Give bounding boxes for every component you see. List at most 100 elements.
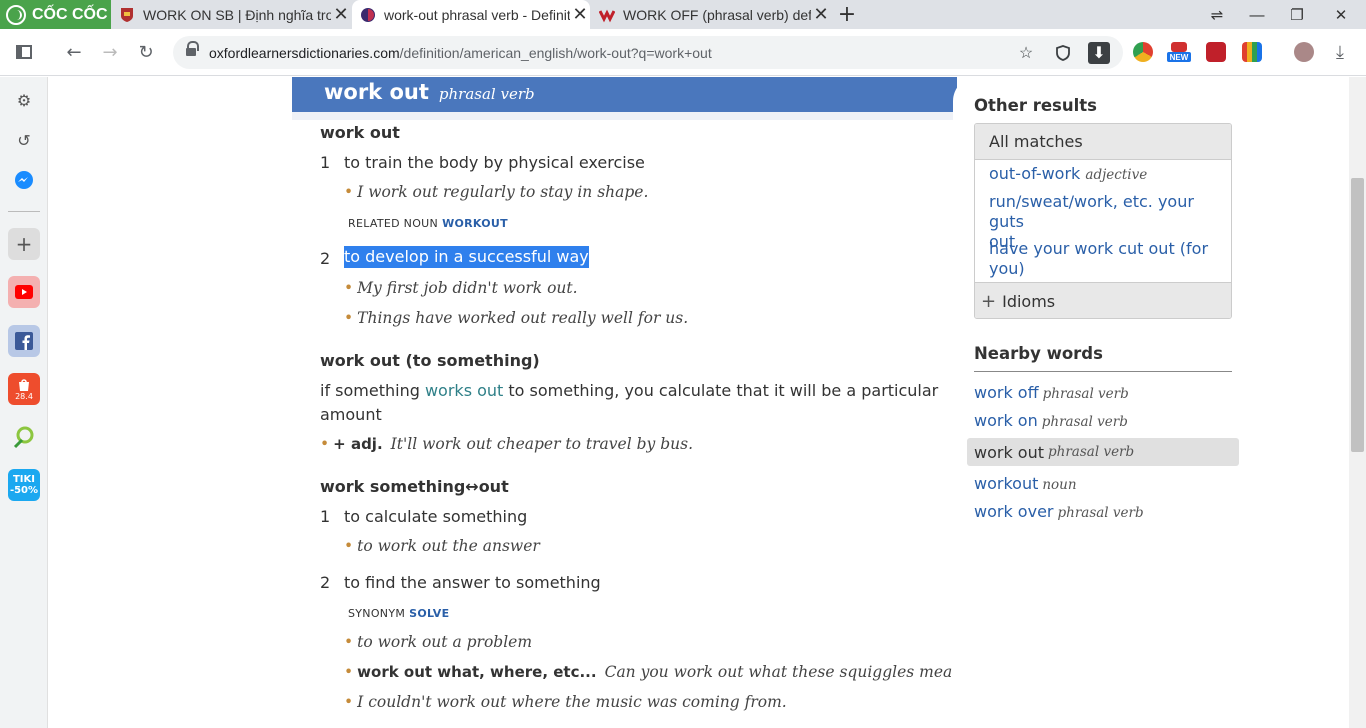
- nearby-word-link[interactable]: workout noun: [974, 474, 1077, 493]
- example-text: It'll work out cheaper to travel by bus.: [390, 435, 693, 453]
- idioms-label: Idioms: [1002, 291, 1056, 311]
- nearby-word: workout: [974, 474, 1039, 493]
- related-link[interactable]: WORKOUT: [442, 217, 508, 230]
- extension-color-icon[interactable]: [1242, 42, 1262, 62]
- definition-link[interactable]: works out: [425, 381, 503, 400]
- address-bar[interactable]: oxfordlearnersdictionaries.com/definitio…: [173, 36, 1123, 69]
- collins-favicon-icon: [599, 9, 615, 22]
- profile-avatar[interactable]: [1294, 42, 1314, 62]
- url-host: oxfordlearnersdictionaries.com: [209, 44, 400, 61]
- idioms-toggle[interactable]: + Idioms: [975, 282, 1231, 318]
- history-icon[interactable]: ↺: [8, 124, 40, 156]
- phrasal-verb-heading: work out: [320, 123, 400, 142]
- tiki-icon[interactable]: TIKI -50%: [8, 469, 40, 501]
- shield-icon[interactable]: [1052, 42, 1074, 64]
- nearby-word-link[interactable]: work off phrasal verb: [974, 383, 1129, 402]
- bullet-icon: •: [344, 633, 354, 651]
- tab-close-icon[interactable]: ✕: [331, 4, 351, 25]
- extension-badge-text: NEW: [1170, 53, 1189, 62]
- bookmark-star-icon[interactable]: ☆: [1015, 42, 1037, 64]
- definition-text: if something: [320, 381, 420, 400]
- messenger-icon[interactable]: [8, 164, 40, 196]
- scrollbar-thumb[interactable]: [1351, 178, 1364, 452]
- reload-button[interactable]: ↻: [134, 40, 158, 64]
- example-text: to work out a problem: [357, 633, 533, 651]
- sense-number: 1: [320, 507, 331, 526]
- restore-button[interactable]: ❐: [1277, 0, 1317, 29]
- download-page-icon[interactable]: ⬇: [1088, 42, 1110, 64]
- extension-new-icon[interactable]: NEW: [1167, 40, 1191, 64]
- side-panel: ⚙ ↺ + 28.4 TIKI -50%: [0, 77, 48, 728]
- sense-number: 2: [320, 249, 331, 268]
- sense-definition-continued: amount: [320, 405, 382, 424]
- tab-work-out[interactable]: work-out phrasal verb - Definition ✕: [352, 0, 590, 29]
- tab-work-on[interactable]: WORK ON SB | Định nghĩa trong ✕: [111, 0, 351, 29]
- nearby-word: work off: [974, 383, 1039, 402]
- minimize-button[interactable]: ―: [1237, 0, 1277, 29]
- grammar-pattern: work out what, where, etc...: [357, 663, 597, 681]
- tab-title: work-out phrasal verb - Definition: [384, 6, 570, 23]
- shopee-icon[interactable]: 28.4: [8, 373, 40, 405]
- nearby-pos: phrasal verb: [1057, 505, 1144, 521]
- new-tab-button[interactable]: +: [836, 2, 858, 27]
- other-results-heading: Other results: [974, 96, 1097, 115]
- nearby-word-current[interactable]: work out phrasal verb: [967, 438, 1239, 466]
- back-button[interactable]: ←: [62, 40, 86, 64]
- nearby-pos: phrasal verb: [1041, 414, 1128, 430]
- tab-title: WORK OFF (phrasal verb) definition: [623, 6, 811, 23]
- facebook-icon[interactable]: [8, 325, 40, 357]
- nearby-word-link[interactable]: work on phrasal verb: [974, 411, 1128, 430]
- bullet-icon: •: [344, 537, 354, 555]
- other-results-box: All matches out-of-work adjective run/sw…: [974, 123, 1232, 319]
- example-sentence: • to work out the answer: [344, 537, 540, 555]
- grab-leaf-icon[interactable]: [8, 421, 40, 453]
- downloads-icon[interactable]: ⤓: [1328, 40, 1352, 64]
- related-noun: RELATED NOUN WORKOUT: [348, 217, 508, 230]
- result-word: you): [989, 259, 1025, 278]
- lock-icon: [186, 41, 199, 58]
- sense-number: 2: [320, 573, 331, 592]
- bullet-icon: •: [320, 435, 330, 453]
- settings-gear-icon[interactable]: ⚙: [8, 84, 40, 116]
- result-link[interactable]: have your work cut out (for you): [989, 239, 1225, 279]
- synonym-link[interactable]: SOLVE: [409, 607, 449, 620]
- extension-sync-icon[interactable]: [1206, 42, 1226, 62]
- tab-title: WORK ON SB | Định nghĩa trong: [143, 6, 331, 23]
- result-word: have your work cut out (for: [989, 239, 1209, 258]
- example-text: My first job didn't work out.: [357, 279, 578, 297]
- headword: work out: [324, 80, 429, 104]
- all-matches-tab[interactable]: All matches: [975, 124, 1231, 160]
- browser-brand[interactable]: CỐC CỐC: [0, 0, 111, 29]
- result-link[interactable]: out-of-work adjective: [989, 164, 1225, 185]
- youtube-icon[interactable]: [8, 276, 40, 308]
- add-shortcut-button[interactable]: +: [8, 228, 40, 260]
- tab-work-off[interactable]: WORK OFF (phrasal verb) definition ✕: [591, 0, 831, 29]
- synonym-label: SYNONYM: [348, 607, 406, 620]
- sense-definition: if something works out to something, you…: [320, 381, 938, 400]
- sense-definition: to train the body by physical exercise: [344, 153, 645, 172]
- sense-definition: to find the answer to something: [344, 573, 601, 592]
- forward-button[interactable]: →: [98, 40, 122, 64]
- nearby-pos: noun: [1042, 477, 1077, 493]
- tab-close-icon[interactable]: ✕: [811, 4, 831, 25]
- definition-text: to something, you calculate that it will…: [508, 381, 939, 400]
- sidebar-toggle-icon[interactable]: [12, 40, 36, 64]
- extension-chrome-icon[interactable]: [1133, 42, 1153, 62]
- tab-search-icon[interactable]: ⇌: [1197, 0, 1237, 29]
- example-sentence: • to work out a problem: [344, 633, 532, 651]
- bullet-icon: •: [344, 309, 354, 327]
- entry-header-shadow: [292, 112, 957, 120]
- phrasal-verb-heading: work something↔out: [320, 477, 509, 496]
- selected-definition-text: to develop in a successful way: [344, 246, 589, 268]
- close-window-button[interactable]: ✕: [1321, 0, 1361, 29]
- result-word: out-of-work: [989, 164, 1081, 183]
- right-sidebar: Other results All matches out-of-work ad…: [953, 77, 1349, 728]
- tab-close-icon[interactable]: ✕: [570, 4, 590, 25]
- nearby-word-link[interactable]: work over phrasal verb: [974, 502, 1144, 521]
- bullet-icon: •: [344, 693, 354, 711]
- related-label: RELATED NOUN: [348, 217, 439, 230]
- phrasal-verb-heading: work out (to something): [320, 351, 540, 370]
- nearby-word: work out: [974, 442, 1045, 462]
- plus-icon: +: [981, 290, 997, 312]
- example-text: Things have worked out really well for u…: [357, 309, 689, 327]
